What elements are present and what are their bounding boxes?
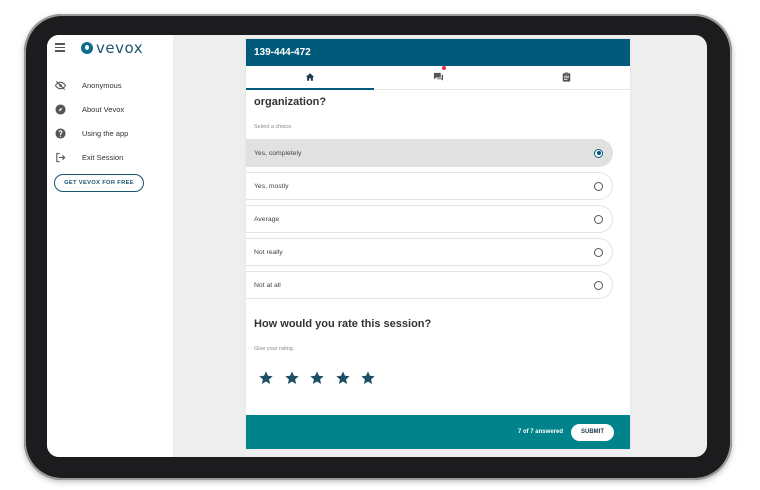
exit-icon bbox=[54, 151, 66, 163]
star-rating bbox=[258, 370, 386, 386]
sidebar-nav: Anonymous About Vevox Using the app Exit… bbox=[53, 73, 168, 169]
home-icon bbox=[305, 69, 315, 87]
sidebar-item-label: Anonymous bbox=[82, 80, 122, 90]
sidebar-item-anonymous[interactable]: Anonymous bbox=[53, 73, 168, 97]
menu-icon[interactable] bbox=[55, 43, 65, 52]
tab-bar bbox=[246, 65, 630, 90]
rating-question-title: How would you rate this session? bbox=[254, 318, 432, 330]
star-icon[interactable] bbox=[360, 370, 376, 386]
app-screen: vevox Anonymous About Vevox Using the ap… bbox=[47, 35, 707, 457]
sidebar-item-about[interactable]: About Vevox bbox=[53, 97, 168, 121]
vevox-logo-mark bbox=[81, 42, 93, 54]
choice-not-really[interactable]: Not really bbox=[246, 238, 613, 266]
notification-dot bbox=[441, 65, 446, 70]
question-title: organization? bbox=[254, 96, 327, 108]
choice-yes-completely[interactable]: Yes, completely bbox=[246, 139, 613, 167]
choice-yes-mostly[interactable]: Yes, mostly bbox=[246, 172, 613, 200]
radio[interactable] bbox=[594, 280, 603, 290]
radio[interactable] bbox=[594, 181, 603, 191]
choice-label: Not at all bbox=[254, 281, 281, 289]
compass-icon bbox=[54, 103, 66, 115]
star-icon[interactable] bbox=[258, 370, 274, 386]
poll-content: organization? Select a choice. Yes, comp… bbox=[246, 90, 630, 425]
choice-not-at-all[interactable]: Not at all bbox=[246, 271, 613, 299]
star-icon[interactable] bbox=[284, 370, 300, 386]
choice-label: Not really bbox=[254, 248, 283, 256]
chat-icon bbox=[433, 65, 446, 87]
tab-clipboard[interactable] bbox=[502, 66, 630, 89]
sidebar-item-label: Using the app bbox=[82, 128, 129, 138]
rating-hint: Give your rating. bbox=[254, 346, 295, 352]
question-hint: Select a choice. bbox=[254, 124, 293, 130]
star-icon[interactable] bbox=[309, 370, 325, 386]
tab-home[interactable] bbox=[246, 66, 374, 90]
sidebar-item-label: About Vevox bbox=[82, 104, 125, 114]
submit-bar: 7 of 7 answered SUBMIT bbox=[246, 415, 630, 449]
session-id: 139-444-472 bbox=[254, 47, 311, 58]
radio-selected[interactable] bbox=[594, 148, 603, 158]
sidebar-item-label: Exit Session bbox=[82, 152, 124, 162]
star-icon[interactable] bbox=[335, 370, 351, 386]
get-vevox-button[interactable]: GET VEVOX FOR FREE bbox=[54, 174, 144, 192]
choice-label: Yes, mostly bbox=[254, 182, 289, 190]
choice-list: Yes, completely Yes, mostly Average Not … bbox=[246, 139, 613, 304]
sidebar: vevox Anonymous About Vevox Using the ap… bbox=[47, 35, 173, 457]
clipboard-icon bbox=[562, 69, 571, 87]
tab-chat[interactable] bbox=[374, 65, 502, 89]
eye-off-icon bbox=[54, 79, 66, 91]
answered-count: 7 of 7 answered bbox=[517, 429, 563, 435]
radio[interactable] bbox=[594, 247, 603, 257]
sidebar-item-using-app[interactable]: Using the app bbox=[53, 121, 168, 145]
vevox-logo: vevox bbox=[81, 39, 143, 57]
radio[interactable] bbox=[594, 214, 603, 224]
submit-button[interactable]: SUBMIT bbox=[571, 423, 614, 441]
choice-label: Yes, completely bbox=[254, 149, 302, 157]
sidebar-item-exit[interactable]: Exit Session bbox=[53, 145, 168, 169]
choice-average[interactable]: Average bbox=[246, 205, 613, 233]
vevox-logo-text: vevox bbox=[96, 39, 144, 57]
help-icon bbox=[54, 127, 66, 139]
poll-panel: 139-444-472 organization? Select a choic… bbox=[246, 39, 630, 449]
choice-label: Average bbox=[254, 215, 280, 223]
session-header: 139-444-472 bbox=[246, 39, 630, 66]
